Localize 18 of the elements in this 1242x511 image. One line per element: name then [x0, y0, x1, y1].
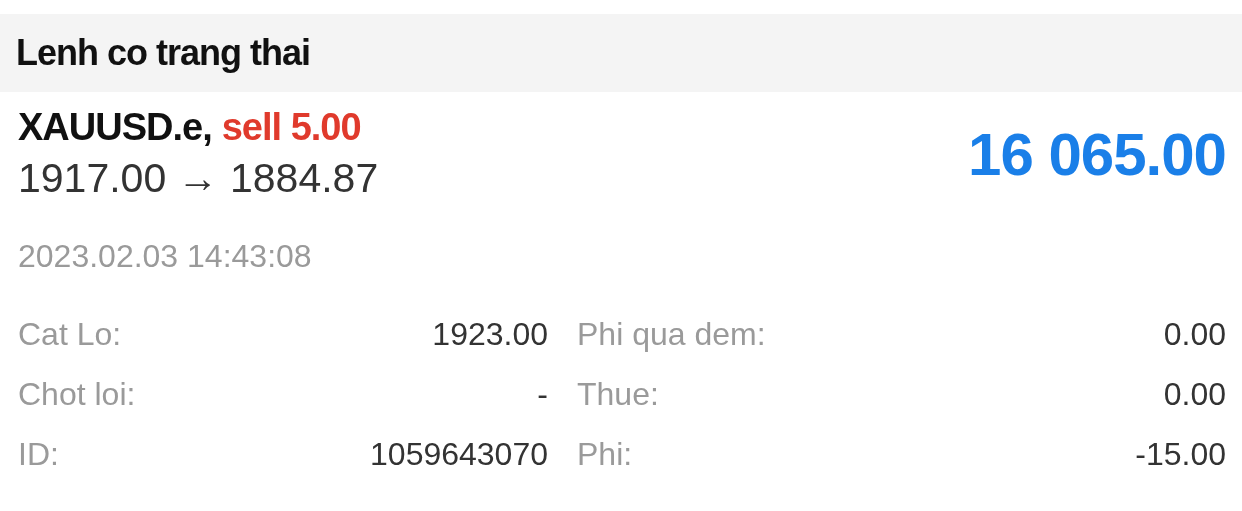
detail-label: Thue: — [577, 375, 659, 414]
order-time: 2023.02.03 14:43:08 — [17, 237, 313, 275]
detail-label: Phi: — [577, 435, 633, 474]
detail-value: - — [537, 375, 548, 414]
direction-label: sell 5.00 — [221, 106, 361, 149]
detail-label: Cat Lo: — [18, 315, 122, 354]
detail-value: -15.00 — [1135, 435, 1226, 474]
detail-label: Phi qua dem: — [577, 315, 766, 354]
profit-value: 16 065.00 — [968, 119, 1226, 189]
header-title: Lenh co trang thai — [16, 32, 310, 74]
detail-label: Chot loi: — [18, 375, 136, 414]
detail-value: 0.00 — [1163, 375, 1226, 414]
detail-label: ID: — [18, 435, 59, 474]
symbol-label: XAUUSD.e, — [18, 106, 212, 149]
detail-value: 1923.00 — [432, 315, 548, 354]
detail-value: 1059643070 — [370, 435, 548, 474]
price-range: 1917.00 → 1884.87 — [18, 155, 379, 202]
detail-value: 0.00 — [1163, 315, 1226, 354]
